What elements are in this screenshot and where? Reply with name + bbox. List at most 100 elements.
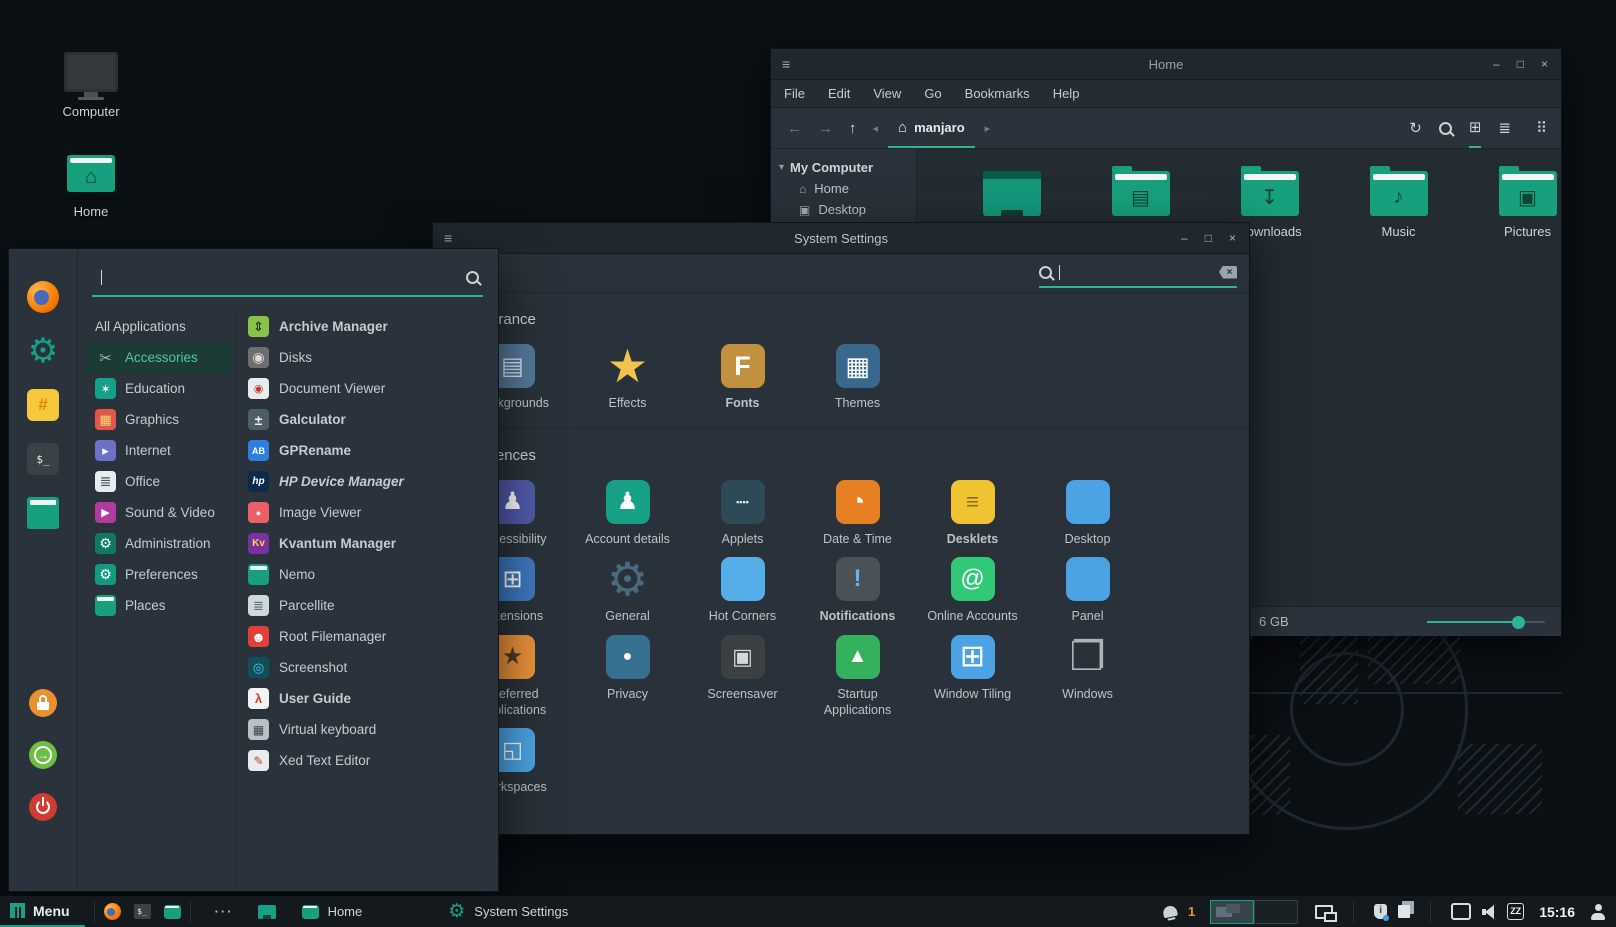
settings-item[interactable]: ! Notifications [800, 557, 915, 625]
application-item[interactable]: ◉ Document Viewer [248, 373, 498, 404]
settings-item[interactable]: ◔ Date & Time [800, 480, 915, 548]
titlebar[interactable]: ≡ Home – □ × [771, 49, 1561, 80]
application-item[interactable]: ✎ Xed Text Editor [248, 745, 498, 776]
forward-icon[interactable]: → [818, 120, 833, 137]
session-button-icon[interactable]: → [29, 741, 57, 769]
zoom-slider[interactable] [1427, 621, 1545, 623]
application-item[interactable]: Nemo [248, 559, 498, 590]
expander-icon[interactable]: ▾ [779, 162, 784, 173]
files-launcher-icon[interactable] [164, 905, 181, 919]
search-icon[interactable] [1439, 122, 1452, 135]
settings-search-input[interactable] [1039, 258, 1237, 288]
application-item[interactable]: ≣ Parcellite [248, 590, 498, 621]
settings-item[interactable]: ▲ Startup Applications [800, 635, 915, 718]
back-icon[interactable]: ← [787, 120, 802, 137]
window-group-dots-icon[interactable]: ··· [215, 904, 234, 919]
menubar-item[interactable]: Go [924, 86, 941, 101]
application-item[interactable]: hp HP Device Manager [248, 466, 498, 497]
clipboard-manager-icon[interactable] [1398, 905, 1410, 918]
settings-item[interactable]: F Fonts [685, 344, 800, 412]
session-button-icon[interactable] [29, 689, 57, 717]
settings-item[interactable]: ♟ Account details [570, 480, 685, 548]
application-item[interactable]: ◉ Disks [248, 342, 498, 373]
settings-item[interactable]: Hot Corners [685, 557, 800, 625]
favorite-launcher-icon[interactable]: # [27, 389, 59, 421]
clear-search-icon[interactable] [1219, 266, 1237, 279]
hamburger-icon[interactable]: ≡ [782, 56, 790, 72]
settings-item[interactable]: Panel [1030, 557, 1145, 625]
settings-item[interactable]: ≡ Desklets [915, 480, 1030, 548]
application-item[interactable]: ▦ Virtual keyboard [248, 714, 498, 745]
window-list-icon[interactable] [1315, 905, 1333, 919]
menubar-item[interactable]: Help [1053, 86, 1080, 101]
firewall-shield-icon[interactable]: i [1374, 904, 1387, 919]
application-item[interactable]: Kv Kvantum Manager [248, 528, 498, 559]
settings-item[interactable]: ⊞ Window Tiling [915, 635, 1030, 718]
user-icon[interactable] [1590, 904, 1606, 920]
sidebar-item[interactable]: ▣ Desktop [771, 199, 916, 220]
settings-item[interactable]: Desktop [1030, 480, 1145, 548]
sidebar-item[interactable]: ⌂ Home [771, 178, 916, 199]
window-button-desktop[interactable] [245, 896, 289, 927]
breadcrumb[interactable]: ⌂ manjaro [888, 108, 975, 148]
favorite-launcher-icon[interactable]: ⚙ [27, 335, 59, 367]
display-icon[interactable] [1451, 903, 1471, 920]
reload-icon[interactable]: ↻ [1409, 119, 1422, 137]
menubar-item[interactable]: View [873, 86, 901, 101]
menubar-item[interactable]: Bookmarks [965, 86, 1030, 101]
category-item[interactable]: ▸ Internet [86, 435, 232, 466]
close-button[interactable]: × [1541, 57, 1548, 71]
application-item[interactable]: ⇕ Archive Manager [248, 311, 498, 342]
notifications-bell-icon[interactable] [1162, 905, 1178, 919]
inhibit-sleep-icon[interactable]: ZZ [1507, 903, 1524, 920]
settings-item[interactable]: ★ Effects [570, 344, 685, 412]
settings-item[interactable]: ● Privacy [570, 635, 685, 718]
sidebar-section-my-computer[interactable]: ▾ My Computer [771, 157, 916, 178]
category-item[interactable]: ⚙ Administration [86, 528, 232, 559]
settings-item[interactable]: ▣ Screensaver [685, 635, 800, 718]
category-item[interactable]: ✶ Education [86, 373, 232, 404]
firefox-launcher-icon[interactable] [104, 903, 121, 920]
icon-view-toggle[interactable]: ⊞ [1469, 108, 1482, 148]
category-item[interactable]: ▦ Graphics [86, 404, 232, 435]
workspace-1[interactable] [1210, 900, 1254, 924]
settings-item[interactable]: ▦ Themes [800, 344, 915, 412]
favorite-launcher-icon[interactable] [27, 497, 59, 529]
hamburger-icon[interactable]: ≡ [444, 230, 452, 246]
window-button-system-settings[interactable]: ⚙ System Settings [435, 896, 581, 927]
category-item[interactable]: Places [86, 590, 232, 621]
menu-search-input[interactable] [92, 259, 483, 297]
desktop-icon-computer[interactable]: Computer [46, 52, 136, 119]
chevron-right-icon[interactable]: ▸ [985, 122, 991, 135]
settings-item[interactable]: ❐ Windows [1030, 635, 1145, 718]
maximize-button[interactable]: □ [1517, 57, 1524, 71]
settings-item[interactable]: ▪▪▪▪ Applets [685, 480, 800, 548]
compact-view-toggle[interactable]: ⠿ [1536, 119, 1547, 137]
titlebar[interactable]: ≡ System Settings – □ × [433, 223, 1249, 254]
settings-item[interactable]: @ Online Accounts [915, 557, 1030, 625]
menubar-item[interactable]: Edit [828, 86, 850, 101]
menubar-item[interactable]: File [784, 86, 805, 101]
session-button-icon[interactable] [29, 793, 57, 821]
category-item[interactable]: ⚙ Preferences [86, 559, 232, 590]
minimize-button[interactable]: – [1181, 231, 1188, 245]
application-item[interactable]: ◎ Screenshot [248, 652, 498, 683]
window-button-home[interactable]: Home [289, 896, 376, 927]
application-item[interactable]: λ User Guide [248, 683, 498, 714]
up-icon[interactable]: ↑ [849, 120, 857, 137]
workspace-2[interactable] [1254, 900, 1298, 924]
clock[interactable]: 15:16 [1539, 904, 1575, 920]
folder-item[interactable]: ♪ Music [1334, 165, 1463, 267]
favorite-launcher-icon[interactable]: $_ [27, 443, 59, 475]
terminal-launcher-icon[interactable]: $_ [134, 904, 151, 919]
category-item[interactable]: ▶ Sound & Video [86, 497, 232, 528]
application-item[interactable]: ± Galculator [248, 404, 498, 435]
chevron-left-icon[interactable]: ◂ [873, 122, 879, 135]
favorite-launcher-icon[interactable] [27, 281, 59, 313]
desktop-icon-home[interactable]: ⌂ Home [46, 155, 136, 219]
maximize-button[interactable]: □ [1205, 231, 1212, 245]
list-view-toggle[interactable]: ≣ [1498, 109, 1511, 147]
application-item[interactable]: ● Image Viewer [248, 497, 498, 528]
folder-item[interactable]: ▣ Pictures [1463, 165, 1561, 267]
application-item[interactable]: AB GPRename [248, 435, 498, 466]
